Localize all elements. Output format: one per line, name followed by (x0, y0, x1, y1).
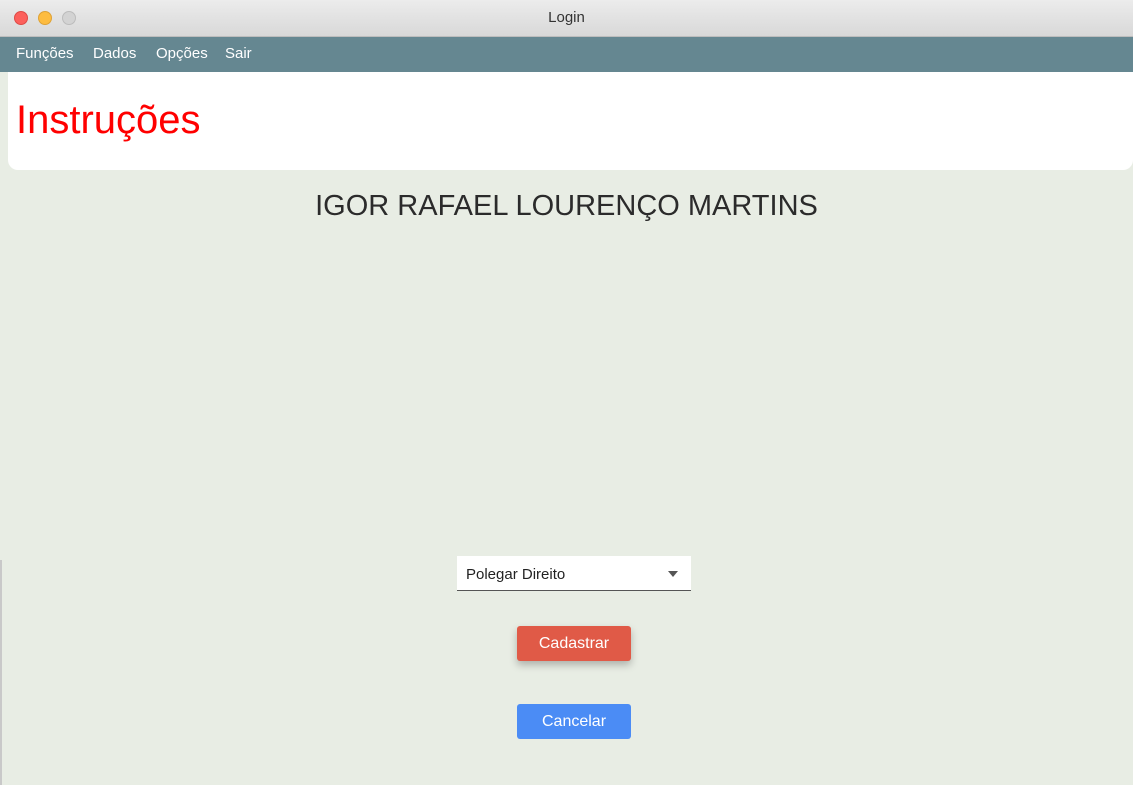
window-title: Login (548, 9, 585, 26)
user-name: IGOR RAFAEL LOURENÇO MARTINS (315, 190, 818, 222)
finger-select[interactable]: Polegar Direito (457, 556, 691, 591)
cancel-button[interactable]: Cancelar (517, 704, 631, 739)
chevron-down-icon[interactable] (668, 571, 678, 577)
menu-item-opcoes[interactable]: Opções (156, 45, 208, 62)
title-bar[interactable]: Login (0, 0, 1133, 37)
window-edge (0, 560, 2, 785)
app-window: Login Funções Dados Opções Sair Instruçõ… (0, 0, 1133, 785)
menu-item-funcoes[interactable]: Funções (16, 45, 74, 62)
menu-item-sair[interactable]: Sair (225, 45, 252, 62)
header-panel: Instruções (8, 72, 1133, 170)
menu-bar: Funções Dados Opções Sair (0, 37, 1133, 72)
menu-item-dados[interactable]: Dados (93, 45, 136, 62)
page-title: Instruções (16, 98, 201, 142)
finger-select-value: Polegar Direito (466, 566, 566, 583)
register-button[interactable]: Cadastrar (517, 626, 631, 661)
